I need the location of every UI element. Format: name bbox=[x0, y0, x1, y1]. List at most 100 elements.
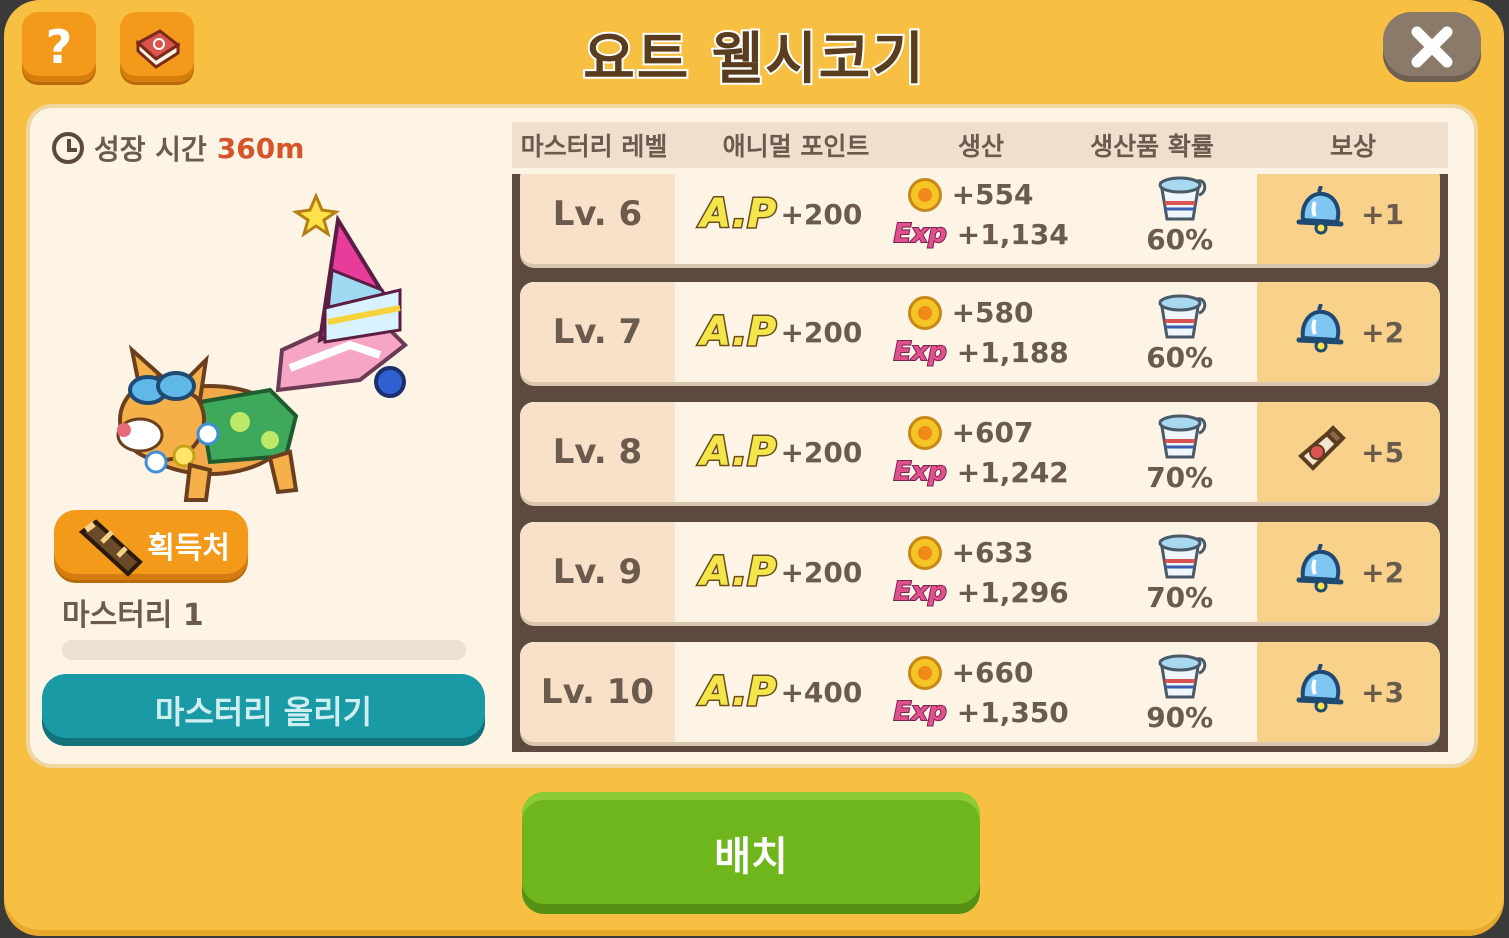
reward-value: +2 bbox=[1361, 315, 1405, 349]
row-production: +633 Exp +1,296 bbox=[888, 535, 1103, 609]
bucket-icon bbox=[1153, 291, 1207, 339]
obtain-label: 획득처 bbox=[147, 531, 230, 566]
growth-time-value: 360m bbox=[216, 131, 305, 165]
row-animal-point: A.P +200 bbox=[675, 190, 888, 239]
bell-icon bbox=[1293, 184, 1347, 243]
row-production: +607 Exp +1,242 bbox=[888, 415, 1103, 489]
row-probability: 60% bbox=[1102, 291, 1257, 374]
exp-icon: Exp bbox=[893, 456, 948, 488]
coin-value: +554 bbox=[951, 178, 1034, 211]
table-header: 마스터리 레벨 애니멀 포인트 생산 생산품 확률 보상 bbox=[512, 122, 1448, 168]
mastery-table[interactable]: Lv. 6 A.P +200 +554 Exp +1,134 60% +1 Lv. 7 A.P +2… bbox=[512, 174, 1448, 752]
row-production: +660 Exp +1,350 bbox=[888, 655, 1103, 729]
exp-icon: Exp bbox=[893, 696, 948, 728]
row-level: Lv. 9 bbox=[520, 522, 675, 622]
close-button[interactable] bbox=[1383, 12, 1481, 82]
bell-icon bbox=[1293, 662, 1347, 721]
ap-value: +200 bbox=[780, 435, 863, 469]
ap-icon: A.P bbox=[699, 308, 778, 357]
ap-value: +400 bbox=[780, 675, 863, 709]
probability-value: 90% bbox=[1146, 700, 1214, 734]
mastery-name: 마스터리 1 bbox=[62, 598, 204, 633]
bucket-icon bbox=[1153, 411, 1207, 459]
yacht-corgi-image bbox=[116, 192, 409, 502]
reward-value: +1 bbox=[1361, 197, 1405, 231]
popup-title: 요트 웰시코기 bbox=[581, 25, 926, 94]
probability-value: 70% bbox=[1146, 460, 1214, 494]
close-icon bbox=[1411, 26, 1453, 68]
exp-value: +1,296 bbox=[956, 575, 1069, 609]
ap-value: +200 bbox=[780, 315, 863, 349]
row-animal-point: A.P +200 bbox=[675, 548, 888, 597]
table-row: Lv. 10 A.P +400 +660 Exp +1,350 90% +3 bbox=[520, 642, 1440, 742]
coin-value: +633 bbox=[951, 536, 1034, 569]
bottle-icon bbox=[1293, 424, 1347, 481]
obtain-button[interactable]: 획득처 bbox=[54, 510, 248, 580]
reward-value: +2 bbox=[1361, 555, 1405, 589]
exp-value: +1,134 bbox=[956, 217, 1069, 251]
row-level: Lv. 7 bbox=[520, 282, 675, 382]
row-level: Lv. 10 bbox=[520, 642, 675, 742]
bucket-icon bbox=[1153, 174, 1207, 221]
bell-icon bbox=[1293, 302, 1347, 361]
probability-value: 70% bbox=[1146, 580, 1214, 614]
growth-time: 성장 시간 360m bbox=[52, 128, 304, 168]
bucket-icon bbox=[1153, 651, 1207, 699]
growth-time-label: 성장 시간 bbox=[94, 133, 207, 166]
row-level: Lv. 6 bbox=[520, 174, 675, 264]
row-probability: 60% bbox=[1102, 174, 1257, 256]
ap-icon: A.P bbox=[699, 428, 778, 477]
coin-icon bbox=[907, 655, 942, 690]
probability-value: 60% bbox=[1146, 340, 1214, 374]
coin-value: +580 bbox=[951, 296, 1034, 329]
exp-icon: Exp bbox=[893, 336, 948, 368]
coin-icon bbox=[907, 535, 942, 570]
row-reward: +2 bbox=[1257, 522, 1440, 622]
header-mastery-level: 마스터리 레벨 bbox=[520, 132, 668, 161]
mastery-progress-bar bbox=[62, 640, 466, 660]
probability-value: 60% bbox=[1146, 222, 1214, 256]
row-reward: +5 bbox=[1257, 402, 1440, 502]
coin-value: +607 bbox=[951, 416, 1034, 449]
header-product-probability: 생산품 확률 bbox=[1090, 132, 1214, 161]
clock-icon bbox=[52, 132, 84, 164]
row-production: +554 Exp +1,134 bbox=[888, 177, 1103, 251]
row-probability: 70% bbox=[1102, 531, 1257, 614]
table-row: Lv. 9 A.P +200 +633 Exp +1,296 70% +2 bbox=[520, 522, 1440, 622]
row-probability: 70% bbox=[1102, 411, 1257, 494]
row-production: +580 Exp +1,188 bbox=[888, 295, 1103, 369]
ap-icon: A.P bbox=[699, 668, 778, 717]
coin-value: +660 bbox=[951, 656, 1034, 689]
exp-value: +1,188 bbox=[956, 335, 1069, 369]
exp-value: +1,242 bbox=[956, 455, 1069, 489]
table-row: Lv. 8 A.P +200 +607 Exp +1,242 70% +5 bbox=[520, 402, 1440, 502]
header-animal-point: 애니멀 포인트 bbox=[722, 132, 870, 161]
telescope-icon bbox=[78, 519, 143, 577]
ap-icon: A.P bbox=[699, 190, 778, 239]
coin-icon bbox=[907, 295, 942, 330]
bucket-icon bbox=[1153, 531, 1207, 579]
ap-icon: A.P bbox=[699, 548, 778, 597]
reward-value: +5 bbox=[1361, 435, 1405, 469]
row-level: Lv. 8 bbox=[520, 402, 675, 502]
row-reward: +3 bbox=[1257, 642, 1440, 742]
row-reward: +2 bbox=[1257, 282, 1440, 382]
row-reward: +1 bbox=[1257, 174, 1440, 264]
table-row: Lv. 6 A.P +200 +554 Exp +1,134 60% +1 bbox=[520, 174, 1440, 264]
mastery-upgrade-button[interactable]: 마스터리 올리기 bbox=[42, 674, 485, 746]
exp-value: +1,350 bbox=[956, 695, 1069, 729]
row-animal-point: A.P +200 bbox=[675, 308, 888, 357]
ap-value: +200 bbox=[780, 197, 863, 231]
coin-icon bbox=[907, 177, 942, 212]
bell-icon bbox=[1293, 542, 1347, 601]
exp-icon: Exp bbox=[893, 218, 948, 250]
place-button[interactable]: 배치 bbox=[522, 792, 980, 914]
row-animal-point: A.P +400 bbox=[675, 668, 888, 717]
exp-icon: Exp bbox=[893, 576, 948, 608]
header-reward: 보상 bbox=[1329, 132, 1376, 161]
reward-value: +3 bbox=[1361, 675, 1405, 709]
coin-icon bbox=[907, 415, 942, 450]
header-production: 생산 bbox=[957, 132, 1004, 161]
row-probability: 90% bbox=[1102, 651, 1257, 734]
ap-value: +200 bbox=[780, 555, 863, 589]
